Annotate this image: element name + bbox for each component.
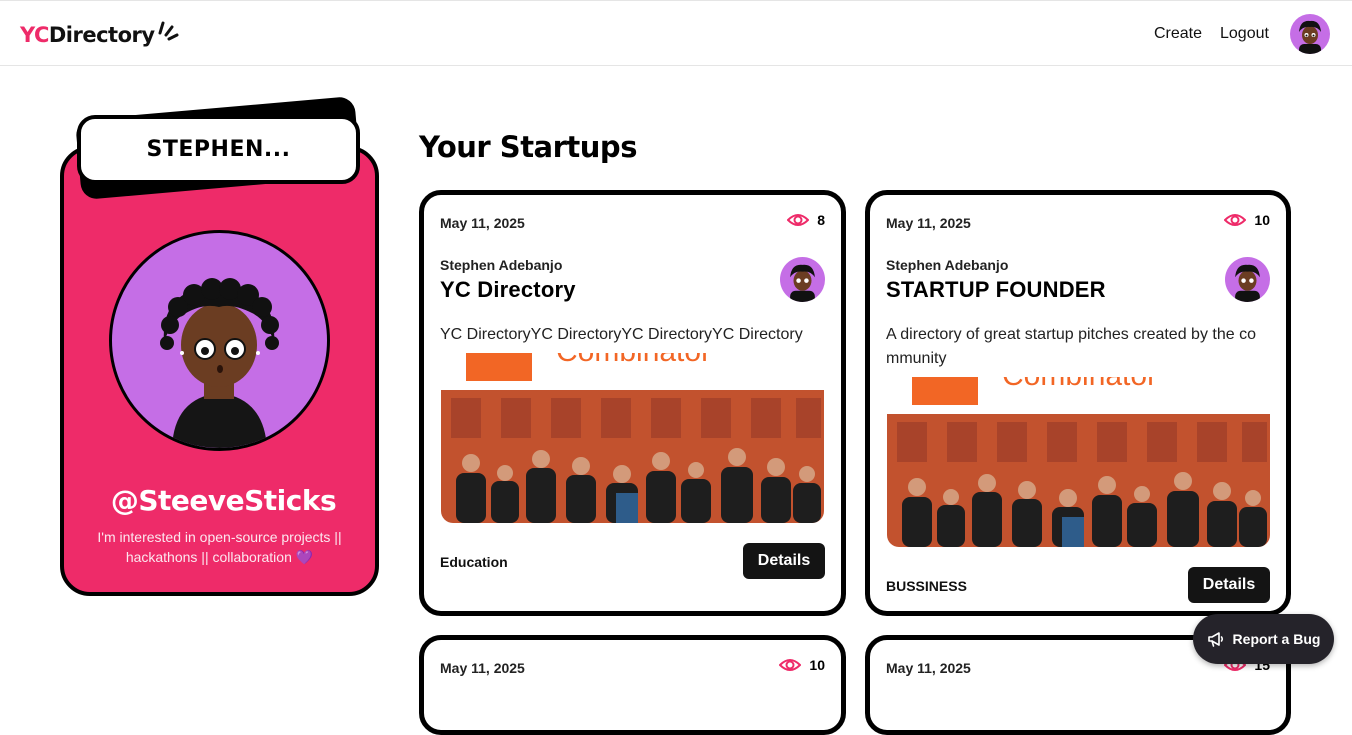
card-description: YC DirectoryYC DirectoryYC DirectoryYC D… [440,326,803,343]
avatar-illustration-icon [160,278,279,448]
navbar: YC Directory Create Logout [0,0,1352,66]
author-avatar[interactable] [780,257,825,302]
card-date: May 11, 2025 [886,215,971,231]
card-category[interactable]: Education [440,554,508,570]
card-title[interactable]: STARTUP FOUNDER [886,277,1106,303]
startup-card: May 11, 2025 10 [419,635,846,735]
avatar-icon [1235,264,1260,302]
card-views: 8 [787,212,825,228]
startup-card: May 11, 2025 8 Stephen Adebanjo YC Direc… [419,190,846,616]
image-banner-text: Combinator [1002,377,1157,392]
card-description: A directory of great startup pitches cre… [886,326,1256,367]
details-button[interactable]: Details [743,543,825,579]
logout-link[interactable]: Logout [1220,25,1269,43]
section-title: Your Startups [419,130,637,164]
photo-icon: Combinator [441,353,824,523]
view-count: 8 [817,212,825,228]
user-avatar[interactable] [1290,14,1330,54]
startup-image[interactable]: Combinator [441,353,824,523]
details-button[interactable]: Details [1188,567,1270,603]
card-views: 10 [1224,212,1270,228]
card-date: May 11, 2025 [886,660,971,676]
megaphone-icon [1207,632,1223,647]
brand-yc: YC [20,23,49,47]
author-avatar[interactable] [1225,257,1270,302]
profile-username: @SteeveSticks [110,484,337,517]
create-link[interactable]: Create [1154,25,1202,43]
avatar-icon [1299,20,1321,54]
report-bug-button[interactable]: Report a Bug [1193,614,1334,664]
report-bug-label: Report a Bug [1232,631,1321,647]
card-date: May 11, 2025 [440,215,525,231]
brand-logo[interactable]: YC Directory [20,21,179,47]
eye-icon [1224,214,1247,226]
startup-image[interactable]: Combinator [887,377,1270,547]
avatar-icon [790,264,815,302]
card-author[interactable]: Stephen Adebanjo [886,257,1008,273]
view-count: 10 [1254,212,1270,228]
view-count: 10 [809,657,825,673]
image-banner-text: Combinator [556,353,711,368]
sparkle-icon [158,21,179,41]
card-category[interactable]: BUSSINESS [886,578,967,594]
eye-icon [779,659,802,671]
profile-name: STEPHEN... [77,115,360,184]
card-title[interactable]: YC Directory [440,277,576,303]
startup-card: May 11, 2025 10 Stephen Adebanjo STARTUP… [865,190,1291,616]
profile-bio: I'm interested in open-source projects |… [97,529,342,565]
profile-avatar [109,230,330,451]
card-author[interactable]: Stephen Adebanjo [440,257,562,273]
eye-icon [787,214,810,226]
photo-icon: Combinator [887,377,1270,547]
card-date: May 11, 2025 [440,660,525,676]
brand-directory: Directory [48,23,155,47]
card-views: 10 [779,657,825,673]
